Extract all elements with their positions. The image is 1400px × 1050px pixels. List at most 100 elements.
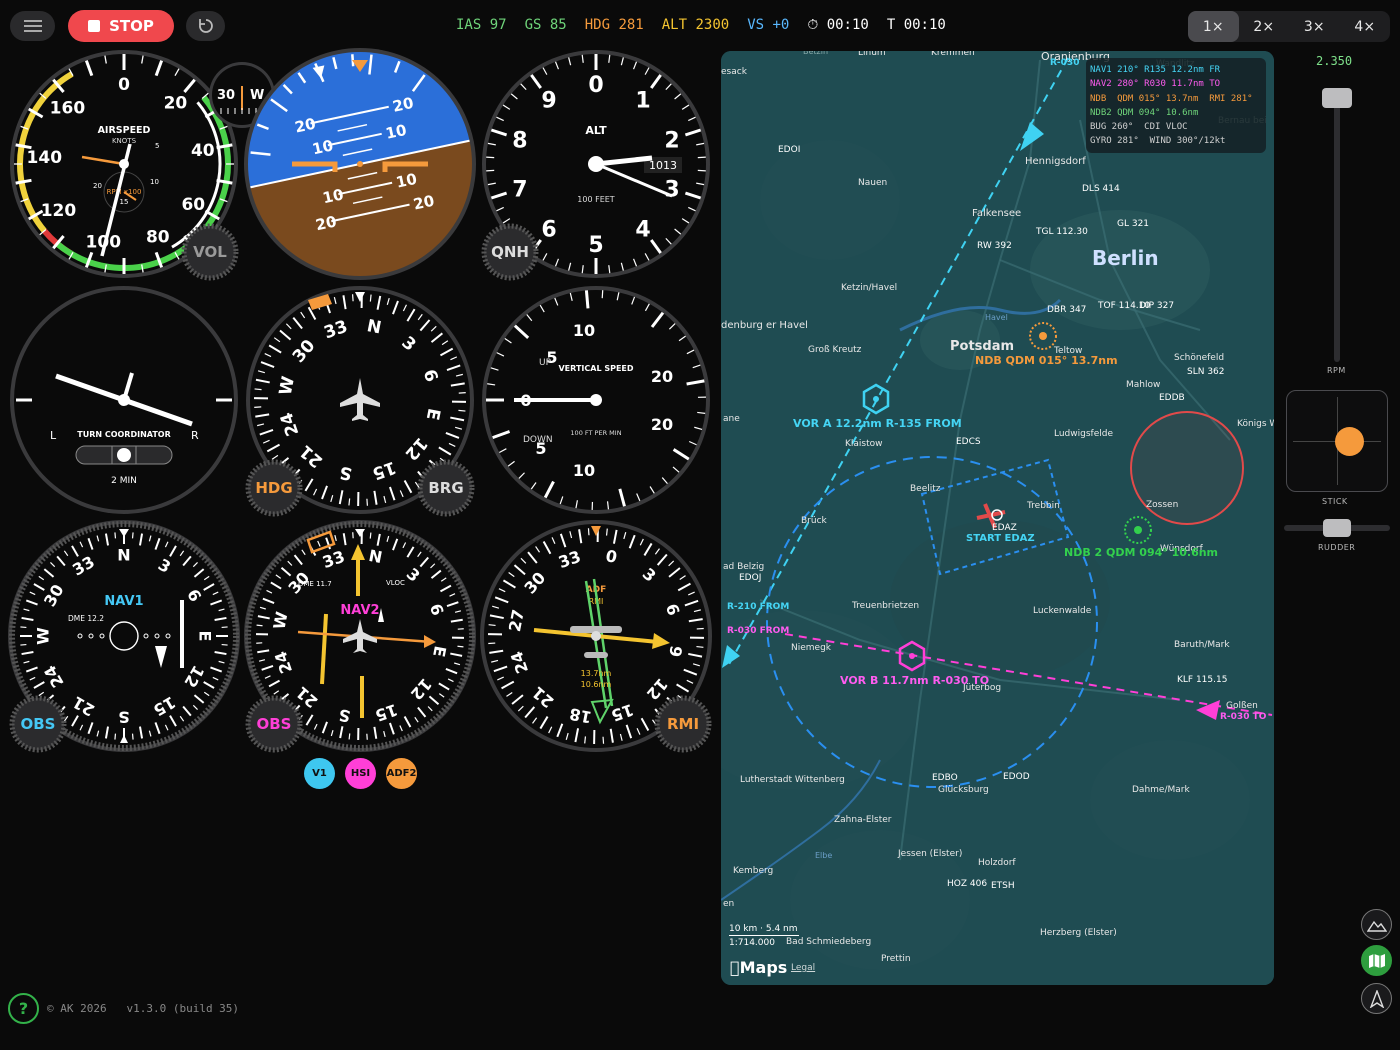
hamburger-icon bbox=[23, 20, 42, 32]
nav1-obs-knob[interactable]: OBS bbox=[9, 695, 67, 753]
nav-info-line: NAV1 210° R135 12.2nm FR bbox=[1090, 65, 1221, 75]
svg-text:10: 10 bbox=[150, 178, 159, 186]
menu-button[interactable] bbox=[10, 11, 55, 41]
stick-knob[interactable] bbox=[1335, 427, 1364, 456]
map-type-button[interactable] bbox=[1361, 945, 1392, 976]
svg-text:KNOTS: KNOTS bbox=[112, 137, 137, 145]
speed-1x-button[interactable]: 1× bbox=[1188, 11, 1239, 42]
north-up-button[interactable] bbox=[1361, 983, 1392, 1014]
svg-text:AIRSPEED: AIRSPEED bbox=[98, 125, 151, 136]
rudder-label: RUDDER bbox=[1318, 543, 1356, 552]
svg-text:15: 15 bbox=[120, 198, 129, 206]
help-button[interactable]: ? bbox=[8, 993, 39, 1024]
place-label: Ketzin/Havel bbox=[841, 283, 897, 293]
place-label: denburg er Havel bbox=[721, 320, 808, 331]
nav-label: VOR A 12.2nm R-135 FROM bbox=[793, 417, 962, 430]
place-label: esack bbox=[721, 67, 748, 77]
svg-text:10: 10 bbox=[573, 321, 595, 340]
place-label: Holzdorf bbox=[978, 858, 1016, 868]
navaid-label: HOZ 406 bbox=[947, 879, 987, 889]
place-label: Falkensee bbox=[972, 208, 1021, 219]
bearing-knob[interactable]: BRG bbox=[417, 459, 475, 517]
nav-label: NDB 2 QDM 094° 10.6nm bbox=[1064, 546, 1218, 559]
speed-4x-button[interactable]: 4× bbox=[1340, 11, 1391, 42]
navaid-label: EDCS bbox=[956, 437, 981, 447]
svg-text:20: 20 bbox=[651, 415, 673, 434]
source-v1-button[interactable]: V1 bbox=[304, 758, 335, 789]
place-label: Berlin bbox=[1092, 246, 1159, 270]
nav-label: START EDAZ bbox=[966, 533, 1035, 544]
place-label: Luckenwalde bbox=[1033, 606, 1092, 616]
heading-knob[interactable]: HDG bbox=[245, 459, 303, 517]
place-label: Zahna-Elster bbox=[834, 815, 892, 825]
place-label: ane bbox=[723, 414, 740, 424]
rpm-slider-handle[interactable] bbox=[1322, 88, 1352, 108]
svg-text:BRG: BRG bbox=[428, 479, 463, 497]
place-label: Mahlow bbox=[1126, 380, 1160, 390]
svg-text:UP: UP bbox=[539, 358, 552, 368]
place-label: Kemberg bbox=[733, 866, 773, 876]
svg-text:W: W bbox=[276, 375, 299, 397]
navaid-label: EDBO bbox=[932, 773, 958, 783]
speed-3x-button[interactable]: 3× bbox=[1289, 11, 1340, 42]
navaid-label: DLS 414 bbox=[1082, 184, 1120, 194]
reset-button[interactable] bbox=[186, 11, 225, 41]
rmi-knob[interactable]: RMI bbox=[654, 695, 712, 753]
source-adf2-button[interactable]: ADF2 bbox=[386, 758, 417, 789]
navaid-label: TGL 112.30 bbox=[1035, 227, 1088, 237]
svg-text:VOL: VOL bbox=[193, 243, 227, 261]
svg-text:6: 6 bbox=[541, 218, 556, 243]
place-label: Brück bbox=[801, 516, 828, 526]
qnh-knob[interactable]: QNH bbox=[481, 223, 539, 281]
apple-icon:  bbox=[730, 958, 740, 977]
vertical-speed-indicator: 51020201050UPDOWNVERTICAL SPEED100 FT PE… bbox=[482, 286, 710, 514]
stick-control[interactable] bbox=[1286, 390, 1388, 492]
svg-text:DME 11.7: DME 11.7 bbox=[298, 580, 332, 588]
readout-3: ALT 2300 bbox=[661, 17, 730, 33]
rpm-slider-track[interactable] bbox=[1334, 100, 1340, 362]
svg-text:L: L bbox=[50, 429, 57, 442]
map-view[interactable]: EDOI DLS 414 TGL 112.30 GL 321 RW 392 DBR 347… bbox=[721, 51, 1274, 985]
map-scale: 10 km · 5.4 nm 1:714.000 bbox=[729, 924, 799, 948]
place-label: Ludwigsfelde bbox=[1054, 429, 1113, 439]
readout-2: HDG 281 bbox=[584, 17, 644, 33]
place-label: Niemegk bbox=[791, 643, 832, 653]
svg-text:R: R bbox=[191, 429, 199, 442]
readout-1: GS 85 bbox=[524, 17, 567, 33]
svg-text:VERTICAL SPEED: VERTICAL SPEED bbox=[558, 364, 633, 373]
place-label: Schönefeld bbox=[1174, 353, 1224, 363]
reset-icon bbox=[198, 19, 213, 33]
flight-readouts: IAS 97 GS 85 HDG 281 ALT 2300 VS +0 ⏱ 00:10 T … bbox=[456, 17, 964, 33]
legal-link[interactable]: Legal bbox=[791, 963, 815, 973]
place-label: Prettin bbox=[881, 954, 911, 964]
source-hsi-button[interactable]: HSI bbox=[345, 758, 376, 789]
terrain-map-button[interactable] bbox=[1361, 909, 1392, 940]
speed-2x-button[interactable]: 2× bbox=[1239, 11, 1290, 42]
nav-info-line: BUG 260° CDI VLOC bbox=[1090, 122, 1188, 133]
nav-info-line: NDB QDM 015° 13.7nm RMI 281° bbox=[1090, 93, 1253, 104]
navaid-label: KLF 115.15 bbox=[1177, 675, 1227, 685]
navaid-label: SLN 362 bbox=[1187, 367, 1225, 377]
navaid-label: EDOD bbox=[1003, 772, 1030, 782]
map-canvas[interactable]: EDOI DLS 414 TGL 112.30 GL 321 RW 392 DBR 347… bbox=[721, 51, 1274, 985]
nav-info-panel: NAV1 210° R135 12.2nm FR NAV2 280° R030 1… bbox=[1086, 58, 1266, 153]
volume-knob[interactable]: VOL bbox=[181, 223, 239, 281]
place-label: Königs Wuster bbox=[1237, 419, 1274, 429]
navaid-label: ETSH bbox=[991, 881, 1015, 891]
rudder-slider-handle[interactable] bbox=[1323, 519, 1351, 537]
svg-text:5: 5 bbox=[588, 233, 603, 258]
nav2-obs-knob[interactable]: OBS bbox=[245, 695, 303, 753]
svg-text:OBS: OBS bbox=[257, 715, 292, 733]
svg-text:60: 60 bbox=[181, 195, 205, 215]
svg-text:QNH: QNH bbox=[491, 243, 529, 261]
svg-text:TURN COORDINATOR: TURN COORDINATOR bbox=[77, 430, 171, 439]
nav-label: VOR B 11.7nm R-030 TO bbox=[840, 674, 989, 687]
nav-info-line: NDB2 QDM 094° 10.6nm bbox=[1090, 107, 1199, 118]
readout-0: IAS 97 bbox=[456, 17, 507, 33]
stop-button[interactable]: STOP bbox=[68, 10, 174, 42]
place-label: Klaistow bbox=[845, 439, 883, 449]
slip-ball bbox=[117, 448, 131, 462]
svg-text:80: 80 bbox=[146, 228, 170, 248]
svg-text:E: E bbox=[196, 631, 215, 642]
stick-label: STICK bbox=[1322, 497, 1348, 506]
